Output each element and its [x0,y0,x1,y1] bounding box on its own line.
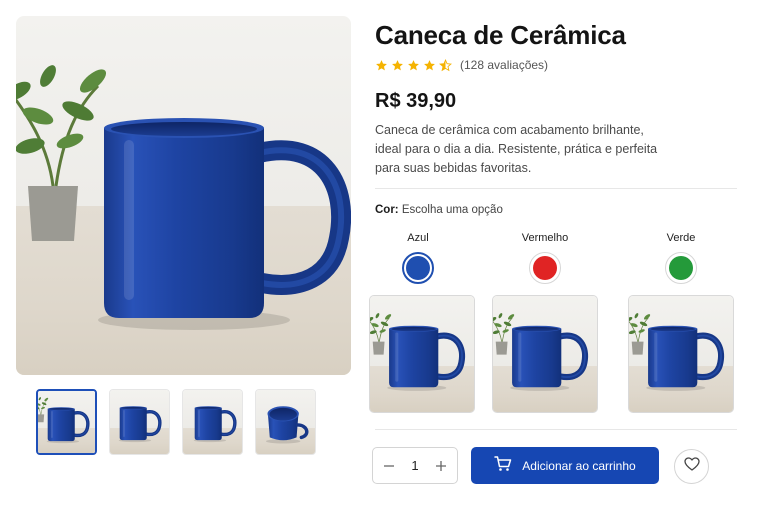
main-product-image[interactable] [16,16,351,375]
thumbnail-1[interactable] [36,389,97,455]
add-to-cart-button[interactable]: Adicionar ao carrinho [471,447,659,484]
star-icon [391,59,404,72]
quantity-value[interactable]: 1 [411,458,418,473]
star-half-icon [439,59,452,72]
mug-image [645,320,725,396]
thumbnail-2[interactable] [109,389,170,455]
rating-count[interactable]: (128 avaliações) [460,58,548,72]
color-swatch-azul[interactable] [402,252,434,284]
thumbnail-strip [36,389,316,457]
divider [375,429,737,430]
mug-image [386,320,466,396]
divider [375,188,737,189]
color-label-title: Cor: [375,204,399,216]
mug-image [94,108,351,338]
thumbnail-3[interactable] [182,389,243,455]
mug-image [46,405,90,445]
variant-image-vermelho[interactable] [492,295,598,413]
minus-icon[interactable] [381,458,397,474]
mug-image [118,404,162,444]
mug-image [509,320,589,396]
product-rating[interactable]: (128 avaliações) [375,58,548,72]
product-price: R$ 39,90 [375,90,457,112]
product-description: Caneca de cerâmica com acabamento brilha… [375,123,658,175]
color-swatch-vermelho[interactable] [529,252,561,284]
thumbnail-4[interactable] [255,389,316,455]
color-option-vermelho[interactable]: Vermelho [492,232,598,284]
color-label-hint: Escolha uma opção [401,204,503,216]
mug-image [193,404,237,444]
color-option-label: Verde [666,232,696,244]
add-to-cart-label: Adicionar ao carrinho [522,458,636,473]
color-option-label: Vermelho [521,232,569,244]
mug-top-image [262,402,312,446]
wishlist-button[interactable] [674,449,709,484]
star-icon [423,59,436,72]
variant-image-azul[interactable] [369,295,475,413]
star-icon [375,59,388,72]
variant-image-verde[interactable] [628,295,734,413]
color-option-azul[interactable]: Azul [365,232,471,284]
star-icon [407,59,420,72]
color-label: Cor: Escolha uma opção [375,204,503,216]
quantity-stepper: 1 [372,447,458,484]
color-option-verde[interactable]: Verde [628,232,734,284]
plus-icon[interactable] [433,458,449,474]
cart-icon [494,456,512,475]
product-title: Caneca de Cerâmica [375,20,626,50]
color-swatch-verde[interactable] [665,252,697,284]
heart-icon [683,457,700,476]
color-option-label: Azul [407,232,429,244]
